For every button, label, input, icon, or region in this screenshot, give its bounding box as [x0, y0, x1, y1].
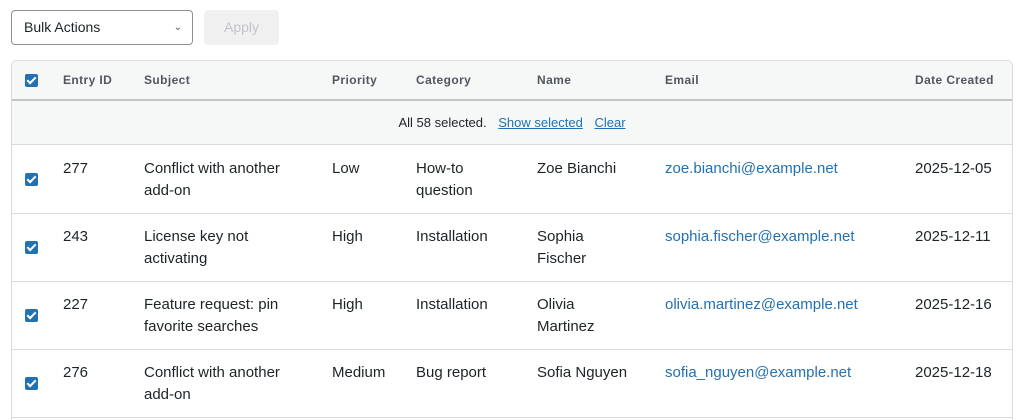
email-link[interactable]: sophia.fischer@example.net	[665, 226, 855, 248]
clear-selection-link[interactable]: Clear	[594, 115, 625, 130]
chevron-down-icon: ⌄	[173, 22, 182, 33]
entry-id: 227	[63, 296, 89, 313]
date-created: 2025-12-05	[915, 160, 992, 177]
row-checkbox[interactable]	[25, 241, 38, 254]
category: How-to question	[416, 160, 473, 199]
selection-count-text: All 58 selected.	[398, 115, 487, 130]
bulk-actions-label: Bulk Actions	[24, 19, 101, 35]
subject[interactable]: Conflict with another add-on	[144, 158, 314, 202]
select-all-checkbox[interactable]	[25, 74, 38, 87]
category: Installation	[416, 296, 488, 313]
header-subject[interactable]: Subject	[144, 61, 190, 99]
row-checkbox[interactable]	[25, 309, 38, 322]
name: Sofia Nguyen	[537, 364, 628, 381]
row-checkbox[interactable]	[25, 173, 38, 186]
email-link[interactable]: sofia_nguyen@example.net	[665, 362, 851, 384]
priority: Low	[332, 160, 360, 177]
date-created: 2025-12-18	[915, 364, 992, 381]
header-date-created[interactable]: Date Created	[915, 61, 994, 99]
date-created: 2025-12-11	[915, 228, 991, 245]
entry-id: 277	[63, 160, 89, 177]
subject[interactable]: Conflict with another add-on	[144, 362, 314, 406]
apply-button[interactable]: Apply	[204, 10, 279, 45]
category: Bug report	[416, 364, 487, 381]
bulk-actions-select[interactable]: Bulk Actions ⌄	[11, 10, 193, 45]
header-priority[interactable]: Priority	[332, 61, 377, 99]
category: Installation	[416, 228, 488, 245]
date-created: 2025-12-16	[915, 296, 992, 313]
row-checkbox[interactable]	[25, 377, 38, 390]
header-name[interactable]: Name	[537, 61, 571, 99]
priority: High	[332, 296, 363, 313]
name: Sophia Fischer	[537, 228, 587, 267]
entry-id: 243	[63, 228, 89, 245]
name: Zoe Bianchi	[537, 160, 617, 177]
email-link[interactable]: olivia.martinez@example.net	[665, 294, 858, 316]
header-entry-id[interactable]: Entry ID	[63, 61, 112, 99]
selection-banner: All 58 selected. Show selected Clear	[12, 101, 1012, 145]
table-row[interactable]: 227 Feature request: pin favorite search…	[12, 282, 1012, 350]
header-email[interactable]: Email	[665, 61, 699, 99]
table-row[interactable]: 276 Conflict with another add-on Medium …	[12, 350, 1012, 418]
table-row[interactable]: 277 Conflict with another add-on Low How…	[12, 146, 1012, 214]
entry-id: 276	[63, 364, 89, 381]
priority: Medium	[332, 364, 386, 381]
name: Olivia Martinez	[537, 296, 595, 335]
table-row[interactable]: 243 License key not activating High Inst…	[12, 214, 1012, 282]
email-link[interactable]: zoe.bianchi@example.net	[665, 158, 838, 180]
subject[interactable]: License key not activating	[144, 226, 294, 270]
entries-table: Entry ID Subject Priority Category Name …	[11, 60, 1013, 420]
header-category[interactable]: Category	[416, 61, 471, 99]
table-header: Entry ID Subject Priority Category Name …	[12, 61, 1012, 101]
show-selected-link[interactable]: Show selected	[498, 115, 583, 130]
subject[interactable]: Feature request: pin favorite searches	[144, 294, 299, 338]
priority: High	[332, 228, 363, 245]
